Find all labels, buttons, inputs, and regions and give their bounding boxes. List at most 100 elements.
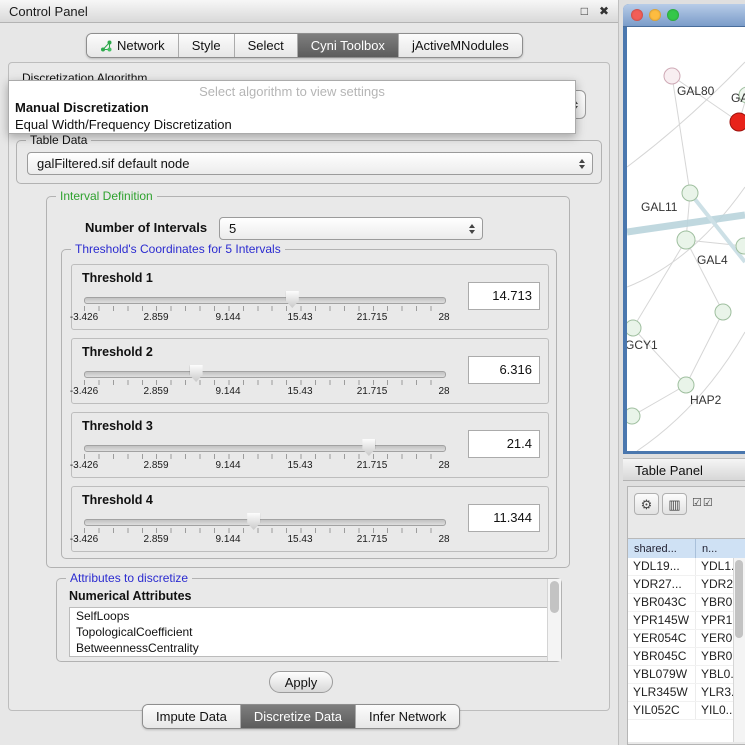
tab-cyni-toolbox[interactable]: Cyni Toolbox	[297, 34, 398, 57]
threshold-label: Threshold 4	[82, 493, 153, 507]
network-node[interactable]	[627, 408, 640, 424]
tab-select-label: Select	[248, 34, 284, 57]
table-header-row: shared... n...	[628, 538, 745, 560]
minimize-traffic-light-icon[interactable]	[649, 9, 661, 21]
control-panel-titlebar[interactable]: Control Panel □ ✖	[0, 0, 618, 23]
threshold-label: Threshold 1	[82, 271, 153, 285]
scrollbar-thumb[interactable]	[735, 560, 743, 638]
slider-scale-label: 15.43	[287, 534, 312, 545]
attributes-group-label: Attributes to discretize	[66, 571, 192, 585]
float-window-icon[interactable]: □	[581, 4, 588, 18]
close-window-icon[interactable]: ✖	[599, 4, 609, 18]
network-node[interactable]	[678, 377, 694, 393]
table-row[interactable]: YIL052CYIL0...	[628, 702, 734, 720]
column-header-shared-name[interactable]: shared...	[628, 539, 696, 559]
table-panel-titlebar[interactable]: Table Panel	[623, 458, 745, 481]
network-node-label: GAL11	[641, 200, 678, 214]
slider-scale-label: 9.144	[215, 386, 240, 397]
table-cell: YDL19...	[628, 558, 696, 575]
number-of-intervals-combo[interactable]: 5	[219, 217, 483, 240]
attribute-list-item[interactable]: TopologicalCoefficient	[70, 624, 550, 640]
table-row[interactable]: YER054CYER0...	[628, 630, 734, 648]
scrollbar-thumb[interactable]	[550, 581, 559, 613]
tab-impute-data[interactable]: Impute Data	[143, 705, 240, 728]
table-data-group: Table Data galFiltered.sif default node	[16, 140, 602, 184]
table-cell: YER0...	[696, 630, 734, 647]
threshold-label: Threshold 2	[82, 345, 153, 359]
network-canvas[interactable]: GAL80GAGAL11GAL4GCY1HAP2	[627, 27, 745, 451]
tab-select[interactable]: Select	[234, 34, 297, 57]
algorithm-option-equal-width[interactable]: Equal Width/Frequency Discretization	[9, 116, 575, 133]
attributes-list-scrollbar[interactable]	[547, 579, 561, 661]
table-data-group-label: Table Data	[26, 133, 91, 147]
table-cell: YBR045C	[628, 648, 696, 665]
network-node[interactable]	[627, 320, 641, 336]
tab-jactivemnodules-label: jActiveMNodules	[412, 34, 509, 57]
table-row[interactable]: YDL19...YDL1...	[628, 558, 734, 576]
algorithm-option-manual[interactable]: Manual Discretization	[9, 99, 575, 116]
slider-scale-labels: -3.4262.8599.14415.4321.71528	[84, 460, 444, 472]
tab-discretize-data[interactable]: Discretize Data	[240, 705, 355, 728]
slider-scale-label: 28	[438, 460, 449, 471]
slider-scale-label: 15.43	[287, 460, 312, 471]
table-cell: YDR2...	[696, 576, 734, 593]
tab-jactivemnodules[interactable]: jActiveMNodules	[398, 34, 522, 57]
slider-tick-ruler	[84, 454, 445, 459]
close-traffic-light-icon[interactable]	[631, 9, 643, 21]
table-cell: YLR3...	[696, 684, 734, 701]
attribute-list-item[interactable]: BetweennessCentrality	[70, 640, 550, 656]
window-title: Control Panel	[9, 4, 570, 19]
network-window-titlebar[interactable]	[623, 4, 745, 27]
numerical-attributes-list[interactable]: SelfLoopsTopologicalCoefficientBetweenne…	[69, 607, 551, 657]
number-of-intervals-value: 5	[229, 221, 236, 236]
threshold-value-field[interactable]: 21.4	[468, 430, 540, 458]
network-node[interactable]	[677, 231, 695, 249]
tab-cyni-toolbox-label: Cyni Toolbox	[311, 34, 385, 57]
table-settings-button[interactable]: ⚙	[634, 493, 659, 515]
table-row[interactable]: YBR043CYBR0...	[628, 594, 734, 612]
table-data-combo[interactable]: galFiltered.sif default node	[27, 152, 593, 175]
thresholds-group-label: Threshold's Coordinates for 5 Intervals	[71, 242, 285, 256]
threshold-slider-track[interactable]	[84, 371, 446, 378]
slider-scale-labels: -3.4262.8599.14415.4321.71528	[84, 386, 444, 398]
threshold-slider-track[interactable]	[84, 445, 446, 452]
threshold-value-field[interactable]: 14.713	[468, 282, 540, 310]
highlighted-edge[interactable]	[690, 193, 745, 262]
network-node[interactable]	[730, 113, 745, 131]
slider-scale-label: -3.426	[70, 460, 98, 471]
column-header-name[interactable]: n...	[696, 539, 745, 559]
threshold-slider-track[interactable]	[84, 519, 446, 526]
application-root: Control Panel □ ✖ Network Style Select C…	[0, 0, 745, 745]
table-row[interactable]: YDR27...YDR2...	[628, 576, 734, 594]
tab-style[interactable]: Style	[178, 34, 234, 57]
slider-scale-label: 2.859	[143, 312, 168, 323]
threshold-slider-track[interactable]	[84, 297, 446, 304]
apply-button[interactable]: Apply	[269, 671, 333, 693]
network-node[interactable]	[664, 68, 680, 84]
threshold-value-field[interactable]: 11.344	[468, 504, 540, 532]
select-all-checkboxes-button[interactable]: ☑☑	[692, 496, 714, 509]
slider-scale-label: 9.144	[215, 312, 240, 323]
slider-scale-label: 15.43	[287, 312, 312, 323]
threshold-value-field[interactable]: 6.316	[468, 356, 540, 384]
table-cell: YER054C	[628, 630, 696, 647]
table-data-combo-value: galFiltered.sif default node	[37, 156, 189, 171]
tab-infer-network[interactable]: Infer Network	[355, 705, 459, 728]
table-row[interactable]: YBR045CYBR0...	[628, 648, 734, 666]
select-columns-button[interactable]: ▥	[662, 493, 687, 515]
control-panel-window: Control Panel □ ✖ Network Style Select C…	[0, 0, 619, 745]
slider-scale-label: 9.144	[215, 534, 240, 545]
slider-scale-label: 28	[438, 312, 449, 323]
highlighted-edge[interactable]	[627, 215, 745, 232]
network-node-label: HAP2	[690, 393, 722, 407]
zoom-traffic-light-icon[interactable]	[667, 9, 679, 21]
attribute-list-item[interactable]: SelfLoops	[70, 608, 550, 624]
network-node[interactable]	[715, 304, 731, 320]
table-scrollbar[interactable]	[733, 558, 745, 742]
tab-network[interactable]: Network	[87, 34, 178, 57]
table-row[interactable]: YPR145WYPR1...	[628, 612, 734, 630]
table-cell: YBR0...	[696, 594, 734, 611]
network-node[interactable]	[682, 185, 698, 201]
table-row[interactable]: YLR345WYLR3...	[628, 684, 734, 702]
table-row[interactable]: YBL079WYBL0...	[628, 666, 734, 684]
